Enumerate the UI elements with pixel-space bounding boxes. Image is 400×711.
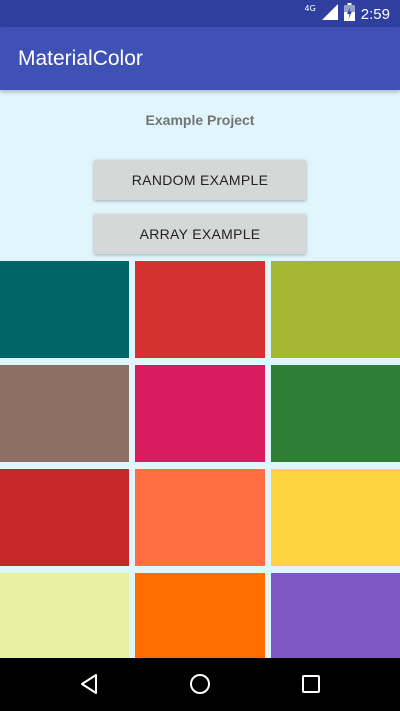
app-bar: MaterialColor (0, 27, 400, 90)
status-clock: 2:59 (360, 5, 390, 23)
color-swatch[interactable] (135, 573, 265, 670)
color-swatch[interactable] (271, 365, 400, 462)
random-example-button[interactable]: RANDOM EXAMPLE (94, 160, 306, 200)
color-swatch[interactable] (135, 261, 265, 358)
signal-icon (321, 4, 338, 24)
status-bar: 4G 2:59 (0, 0, 400, 27)
recents-icon[interactable] (298, 671, 324, 697)
array-example-button[interactable]: ARRAY EXAMPLE (94, 214, 306, 254)
navigation-bar (0, 658, 400, 711)
color-swatch[interactable] (135, 469, 265, 566)
main-content: Example Project RANDOM EXAMPLE ARRAY EXA… (0, 90, 400, 670)
app-title: MaterialColor (18, 47, 143, 70)
home-icon[interactable] (187, 671, 213, 697)
battery-icon (343, 3, 355, 25)
color-swatch[interactable] (271, 573, 400, 670)
network-type-label: 4G (304, 4, 316, 13)
back-icon[interactable] (76, 671, 102, 697)
project-subtitle: Example Project (145, 112, 255, 128)
color-swatch[interactable] (0, 261, 129, 358)
color-swatch[interactable] (271, 261, 400, 358)
color-swatch[interactable] (271, 469, 400, 566)
color-swatch[interactable] (0, 469, 129, 566)
color-swatch[interactable] (0, 365, 129, 462)
color-swatch[interactable] (135, 365, 265, 462)
color-grid (0, 261, 400, 670)
color-swatch[interactable] (0, 573, 129, 670)
status-icons: 4G 2:59 (304, 3, 390, 25)
